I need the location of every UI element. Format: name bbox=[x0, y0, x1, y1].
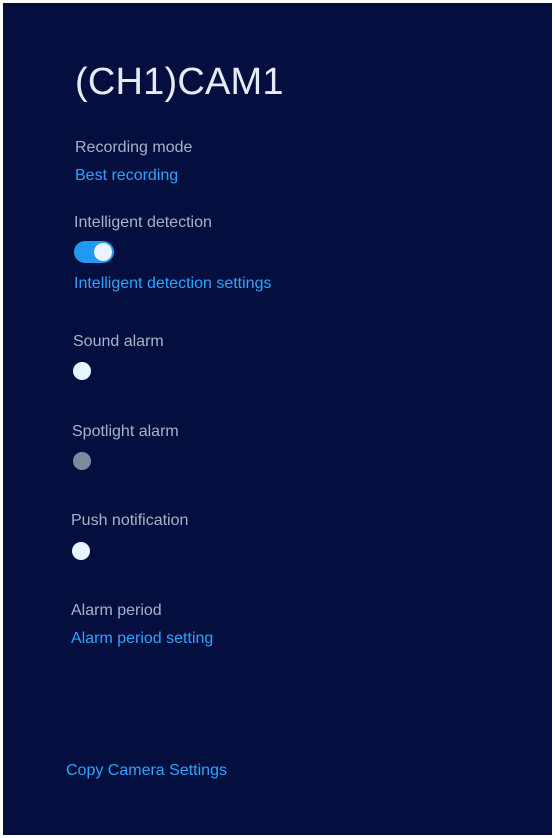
spotlight-alarm-label: Spotlight alarm bbox=[72, 423, 179, 440]
sound-alarm-toggle[interactable] bbox=[73, 360, 95, 382]
push-notification-toggle[interactable] bbox=[72, 540, 94, 562]
copy-camera-settings-link[interactable]: Copy Camera Settings bbox=[66, 762, 227, 780]
intelligent-detection-settings-link[interactable]: Intelligent detection settings bbox=[74, 275, 271, 293]
recording-mode-value[interactable]: Best recording bbox=[75, 167, 178, 185]
toggle-knob bbox=[94, 243, 112, 261]
intelligent-detection-toggle[interactable] bbox=[74, 241, 114, 263]
push-notification-label: Push notification bbox=[71, 512, 189, 529]
toggle-knob bbox=[73, 452, 91, 470]
alarm-period-setting-link[interactable]: Alarm period setting bbox=[71, 630, 213, 648]
toggle-knob bbox=[72, 542, 90, 560]
toggle-knob bbox=[73, 362, 91, 380]
camera-settings-screen: (CH1)CAM1 Recording mode Best recording … bbox=[3, 3, 552, 835]
sound-alarm-label: Sound alarm bbox=[73, 333, 164, 350]
intelligent-detection-label: Intelligent detection bbox=[74, 214, 212, 231]
spotlight-alarm-toggle[interactable] bbox=[73, 450, 95, 472]
recording-mode-label: Recording mode bbox=[75, 139, 193, 156]
alarm-period-label: Alarm period bbox=[71, 602, 162, 619]
page-title: (CH1)CAM1 bbox=[75, 61, 284, 103]
